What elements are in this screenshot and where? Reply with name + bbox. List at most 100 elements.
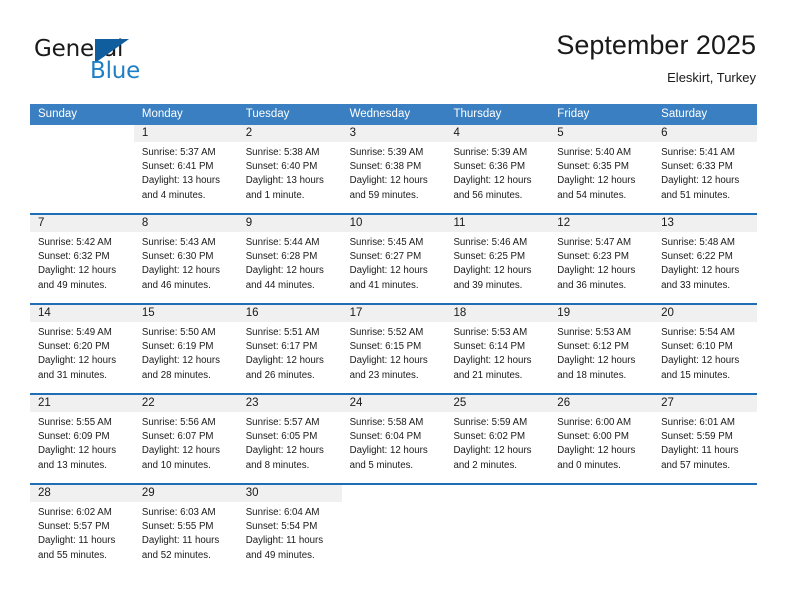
day-number-band: 7 xyxy=(30,215,134,232)
day-cell-18[interactable]: 18 Sunrise: 5:53 AM Sunset: 6:14 PM Dayligh… xyxy=(445,305,550,393)
day-number-band: 15 xyxy=(133,305,238,322)
day-detail-line: and 36 minutes. xyxy=(557,279,627,291)
day-detail: Sunrise: 6:01 AM Sunset: 5:59 PM Daylight:… xyxy=(653,412,757,473)
day-cell-29[interactable]: 29 Sunrise: 6:03 AM Sunset: 5:55 PM Dayligh… xyxy=(133,485,238,573)
day-detail-line: Sunset: 6:41 PM xyxy=(141,161,214,173)
day-detail-line: Sunrise: 6:00 AM xyxy=(557,417,632,428)
day-number: 9 xyxy=(245,217,253,229)
day-detail: Sunrise: 5:51 AM Sunset: 6:17 PM Daylight:… xyxy=(238,322,342,383)
day-detail-line: Sunset: 6:09 PM xyxy=(38,431,110,443)
day-detail-line: Sunrise: 5:49 AM xyxy=(38,327,112,338)
day-cell-8[interactable]: 8 Sunrise: 5:43 AM Sunset: 6:30 PM Daylight… xyxy=(133,215,238,303)
day-cell-6[interactable]: 6 Sunrise: 5:41 AM Sunset: 6:33 PM Daylight… xyxy=(653,125,758,213)
day-number: 5 xyxy=(557,127,564,139)
day-detail-line: Sunrise: 5:59 AM xyxy=(453,417,528,428)
day-detail-line: Daylight: 13 hours xyxy=(141,175,220,187)
day-detail-line: and 2 minutes. xyxy=(453,459,517,471)
day-detail-line: Daylight: 12 hours xyxy=(661,355,740,367)
day-cell-20[interactable]: 20 Sunrise: 5:54 AM Sunset: 6:10 PM Dayligh… xyxy=(653,305,758,393)
day-detail-line: and 8 minutes. xyxy=(245,459,310,471)
day-cell-13[interactable]: 13 Sunrise: 5:48 AM Sunset: 6:22 PM Dayligh… xyxy=(653,215,758,303)
day-number: 7 xyxy=(38,217,45,229)
day-cell-25[interactable]: 25 Sunrise: 5:59 AM Sunset: 6:02 PM Dayligh… xyxy=(445,395,550,483)
day-detail-line: and 4 minutes. xyxy=(141,189,206,201)
day-cell-empty xyxy=(653,485,758,573)
day-number-band: 6 xyxy=(653,125,758,142)
calendar-week-cells: 28 Sunrise: 6:02 AM Sunset: 5:57 PM Dayligh… xyxy=(30,485,758,573)
day-detail-line: Sunrise: 5:37 AM xyxy=(141,147,216,158)
day-detail-line: Daylight: 12 hours xyxy=(557,265,636,277)
general-blue-logo[interactable]: General Blue xyxy=(34,36,204,90)
day-detail-line: Sunset: 6:15 PM xyxy=(349,341,422,353)
day-detail-line: and 15 minutes. xyxy=(661,369,731,381)
day-cell-7[interactable]: 7 Sunrise: 5:42 AM Sunset: 6:32 PM Daylight… xyxy=(30,215,134,303)
day-number-band xyxy=(445,485,550,502)
day-cell-12[interactable]: 12 Sunrise: 5:47 AM Sunset: 6:23 PM Dayligh… xyxy=(549,215,654,303)
day-detail-line: and 39 minutes. xyxy=(453,279,523,291)
day-cell-21[interactable]: 21 Sunrise: 5:55 AM Sunset: 6:09 PM Dayligh… xyxy=(30,395,134,483)
day-number: 10 xyxy=(349,217,363,229)
day-number-band: 16 xyxy=(237,305,342,322)
day-detail-line: Sunset: 6:17 PM xyxy=(245,341,318,353)
day-number-band: 4 xyxy=(445,125,550,142)
day-cell-4[interactable]: 4 Sunrise: 5:39 AM Sunset: 6:36 PM Daylight… xyxy=(445,125,550,213)
calendar-week-row: 21 Sunrise: 5:55 AM Sunset: 6:09 PM Dayligh… xyxy=(30,393,758,483)
day-detail-line: Sunset: 6:36 PM xyxy=(453,161,526,173)
calendar-week-row: 7 Sunrise: 5:42 AM Sunset: 6:32 PM Daylight… xyxy=(30,213,758,303)
day-detail-line: Daylight: 12 hours xyxy=(141,445,220,457)
day-cell-15[interactable]: 15 Sunrise: 5:50 AM Sunset: 6:19 PM Dayligh… xyxy=(133,305,238,393)
day-number: 24 xyxy=(349,397,363,409)
day-detail-line: Sunset: 6:10 PM xyxy=(661,341,733,353)
day-cell-24[interactable]: 24 Sunrise: 5:58 AM Sunset: 6:04 PM Dayligh… xyxy=(341,395,446,483)
day-detail: Sunrise: 5:54 AM Sunset: 6:10 PM Daylight:… xyxy=(653,322,757,383)
day-detail-line: Sunrise: 5:38 AM xyxy=(245,147,320,158)
day-number: 26 xyxy=(557,397,571,409)
day-cell-19[interactable]: 19 Sunrise: 5:53 AM Sunset: 6:12 PM Dayligh… xyxy=(549,305,654,393)
day-cell-16[interactable]: 16 Sunrise: 5:51 AM Sunset: 6:17 PM Dayligh… xyxy=(237,305,342,393)
day-cell-10[interactable]: 10 Sunrise: 5:45 AM Sunset: 6:27 PM Dayligh… xyxy=(341,215,446,303)
day-cell-22[interactable]: 22 Sunrise: 5:56 AM Sunset: 6:07 PM Dayligh… xyxy=(133,395,238,483)
day-number-band: 23 xyxy=(237,395,342,412)
day-cell-11[interactable]: 11 Sunrise: 5:46 AM Sunset: 6:25 PM Dayligh… xyxy=(445,215,550,303)
day-number-band: 12 xyxy=(549,215,654,232)
day-detail-line: Sunset: 6:14 PM xyxy=(453,341,526,353)
calendar-week-cells: 7 Sunrise: 5:42 AM Sunset: 6:32 PM Daylight… xyxy=(30,215,758,303)
day-number-band: 26 xyxy=(549,395,654,412)
day-detail-line: and 46 minutes. xyxy=(141,279,211,291)
day-cell-14[interactable]: 14 Sunrise: 5:49 AM Sunset: 6:20 PM Dayligh… xyxy=(30,305,134,393)
day-number-band: 2 xyxy=(237,125,342,142)
day-detail-line: Sunrise: 6:01 AM xyxy=(661,417,735,428)
weekday-header-tuesday: Tuesday xyxy=(245,108,290,120)
day-detail-line: Sunset: 6:05 PM xyxy=(245,431,318,443)
day-cell-30[interactable]: 30 Sunrise: 6:04 AM Sunset: 5:54 PM Dayligh… xyxy=(237,485,342,573)
day-detail-line: Sunset: 6:30 PM xyxy=(141,251,214,263)
day-detail-line: Sunrise: 6:04 AM xyxy=(245,507,320,518)
day-cell-17[interactable]: 17 Sunrise: 5:52 AM Sunset: 6:15 PM Dayligh… xyxy=(341,305,446,393)
day-cell-2[interactable]: 2 Sunrise: 5:38 AM Sunset: 6:40 PM Daylight… xyxy=(237,125,342,213)
day-cell-5[interactable]: 5 Sunrise: 5:40 AM Sunset: 6:35 PM Daylight… xyxy=(549,125,654,213)
day-detail-line: Sunrise: 5:40 AM xyxy=(557,147,632,158)
day-detail: Sunrise: 5:39 AM Sunset: 6:38 PM Daylight:… xyxy=(342,142,446,203)
day-cell-23[interactable]: 23 Sunrise: 5:57 AM Sunset: 6:05 PM Dayligh… xyxy=(237,395,342,483)
day-cell-26[interactable]: 26 Sunrise: 6:00 AM Sunset: 6:00 PM Dayligh… xyxy=(549,395,654,483)
day-cell-1[interactable]: 1 Sunrise: 5:37 AM Sunset: 6:41 PM Daylight… xyxy=(133,125,238,213)
day-detail-line: Daylight: 12 hours xyxy=(453,265,532,277)
day-detail-line: Sunrise: 5:44 AM xyxy=(245,237,320,248)
day-detail-line: Sunset: 6:19 PM xyxy=(141,341,214,353)
day-detail-line: and 49 minutes. xyxy=(245,549,315,561)
day-detail-line: Daylight: 12 hours xyxy=(661,175,740,187)
day-detail: Sunrise: 5:53 AM Sunset: 6:14 PM Daylight:… xyxy=(445,322,549,383)
day-detail-line: Sunset: 6:35 PM xyxy=(557,161,629,173)
day-detail-line: Daylight: 12 hours xyxy=(453,175,532,187)
day-detail-line: Daylight: 12 hours xyxy=(453,445,532,457)
day-cell-empty xyxy=(549,485,654,573)
calendar-week-cells: 1 Sunrise: 5:37 AM Sunset: 6:41 PM Daylight… xyxy=(30,125,758,213)
day-detail: Sunrise: 5:49 AM Sunset: 6:20 PM Daylight:… xyxy=(30,322,134,383)
day-cell-28[interactable]: 28 Sunrise: 6:02 AM Sunset: 5:57 PM Dayligh… xyxy=(30,485,134,573)
weekday-header-wednesday: Wednesday xyxy=(349,108,411,120)
day-cell-9[interactable]: 9 Sunrise: 5:44 AM Sunset: 6:28 PM Daylight… xyxy=(237,215,342,303)
day-detail-line: and 1 minute. xyxy=(245,189,305,201)
day-cell-3[interactable]: 3 Sunrise: 5:39 AM Sunset: 6:38 PM Daylight… xyxy=(341,125,446,213)
day-number-band: 22 xyxy=(133,395,238,412)
day-cell-27[interactable]: 27 Sunrise: 6:01 AM Sunset: 5:59 PM Dayligh… xyxy=(653,395,758,483)
